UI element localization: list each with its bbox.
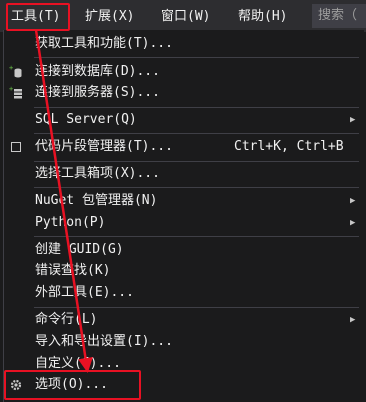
menu-item-snippets-manager[interactable]: 代码片段管理器(T)... Ctrl+K, Ctrl+B [4, 136, 364, 158]
server-icon: + [9, 86, 22, 99]
menu-item-get-tools[interactable]: 获取工具和功能(T)... [4, 33, 364, 55]
menu-item-label: 创建 GUID(G) [35, 242, 124, 257]
menu-item-label: 连接到数据库(D)... [35, 64, 160, 79]
menu-item-external-tools[interactable]: 外部工具(E)... [4, 282, 364, 304]
menu-item-label: 外部工具(E)... [35, 285, 134, 300]
menu-item-nuget[interactable]: NuGet 包管理器(N) ▶ [4, 190, 364, 212]
menu-item-import-export-settings[interactable]: 导入和导出设置(I)... [4, 331, 364, 353]
menu-item-label: 获取工具和功能(T)... [35, 36, 173, 51]
menu-separator [34, 161, 359, 162]
menu-item-label: Python(P) [35, 215, 106, 230]
menu-separator [34, 187, 359, 188]
menu-item-shortcut: Ctrl+K, Ctrl+B [234, 139, 344, 154]
svg-text:+: + [9, 65, 13, 72]
menu-item-connect-server[interactable]: + 连接到服务器(S)... [4, 82, 364, 104]
menu-item-choose-toolbox[interactable]: 选择工具箱项(X)... [4, 163, 364, 185]
menu-item-label: 代码片段管理器(T)... [35, 139, 173, 154]
menu-window[interactable]: 窗口(W) [161, 6, 210, 28]
highlight-box-tools-menu [6, 3, 70, 31]
menu-separator [34, 236, 359, 237]
menu-item-label: 连接到服务器(S)... [35, 85, 160, 100]
search-placeholder: 搜索（ [318, 8, 358, 23]
menu-item-label: 错误查找(K) [35, 263, 111, 278]
menu-item-label: 命令行(L) [35, 312, 98, 327]
submenu-arrow-icon: ▶ [350, 115, 356, 125]
menu-separator [34, 57, 359, 58]
menu-item-command-line[interactable]: 命令行(L) ▶ [4, 309, 364, 331]
submenu-arrow-icon: ▶ [350, 196, 356, 206]
menu-item-sql-server[interactable]: SQL Server(Q) ▶ [4, 109, 364, 131]
svg-text:+: + [9, 86, 13, 93]
menu-item-python[interactable]: Python(P) ▶ [4, 212, 364, 234]
menu-item-label: 导入和导出设置(I)... [35, 334, 173, 349]
search-box[interactable]: 搜索（ [312, 4, 366, 28]
menu-extensions[interactable]: 扩展(X) [85, 6, 134, 28]
menu-separator [34, 307, 359, 308]
menu-item-create-guid[interactable]: 创建 GUID(G) [4, 239, 364, 261]
menu-item-label: NuGet 包管理器(N) [35, 193, 158, 208]
submenu-arrow-icon: ▶ [350, 315, 356, 325]
highlight-box-options-item [4, 370, 141, 400]
menu-separator [34, 107, 359, 108]
tools-dropdown-menu: 获取工具和功能(T)... + 连接到数据库(D)... + 连接到服务器(S)… [3, 30, 364, 402]
menu-help[interactable]: 帮助(H) [238, 6, 287, 28]
menu-item-connect-database[interactable]: + 连接到数据库(D)... [4, 61, 364, 83]
database-icon: + [9, 65, 22, 78]
menu-separator [34, 133, 359, 134]
checkbox-icon [11, 142, 21, 152]
menu-item-error-lookup[interactable]: 错误查找(K) [4, 260, 364, 282]
menu-item-label: SQL Server(Q) [35, 112, 137, 127]
submenu-arrow-icon: ▶ [350, 218, 356, 228]
menu-item-label: 选择工具箱项(X)... [35, 166, 160, 181]
